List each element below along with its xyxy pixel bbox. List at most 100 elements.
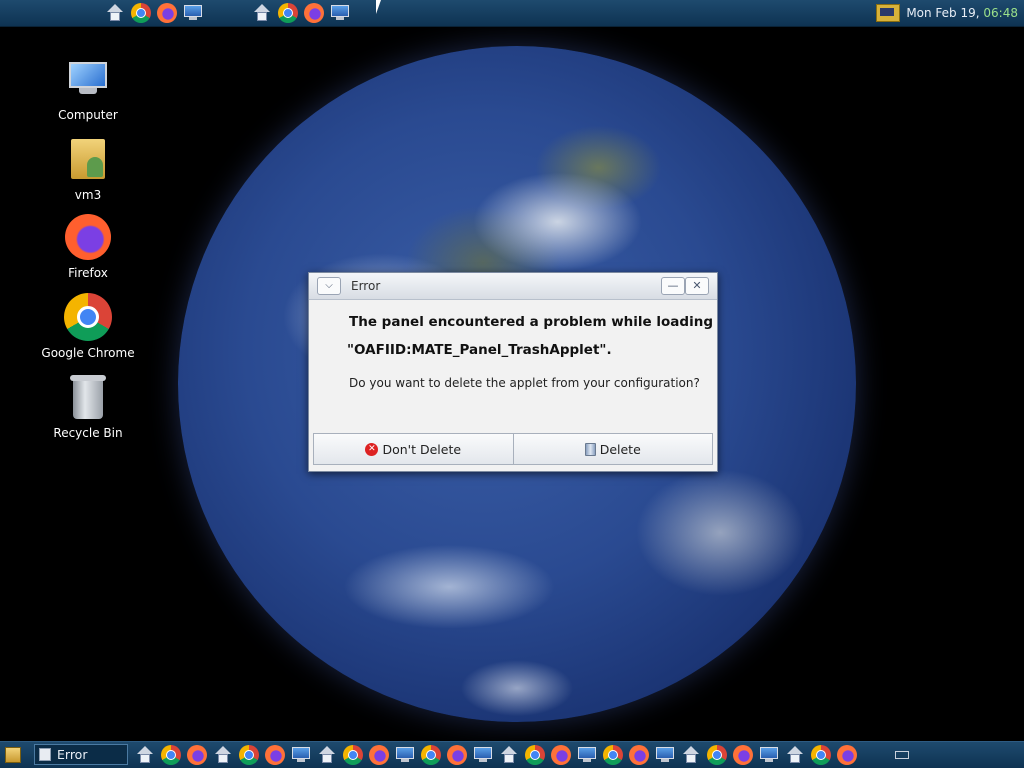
main-menu-button[interactable] bbox=[2, 745, 24, 765]
minimize-button[interactable]: — bbox=[661, 277, 685, 295]
window-icon bbox=[39, 748, 51, 761]
show-desktop-icon bbox=[895, 751, 909, 759]
monitor-icon bbox=[656, 747, 674, 763]
delete-button[interactable]: Delete bbox=[513, 433, 713, 465]
monitor-launcher[interactable] bbox=[758, 745, 780, 765]
home-launcher[interactable] bbox=[316, 745, 338, 765]
chrome-icon bbox=[239, 745, 259, 765]
monitor-icon bbox=[578, 747, 596, 763]
monitor-icon bbox=[184, 5, 202, 21]
taskbar-item-error[interactable]: Error bbox=[34, 744, 128, 765]
home-launcher[interactable] bbox=[680, 745, 702, 765]
home-icon bbox=[500, 746, 518, 764]
dialog-applet-name: "OAFIID:MATE_Panel_TrashApplet". bbox=[347, 342, 612, 358]
desktop-icon-label: vm3 bbox=[74, 188, 102, 202]
home-launcher[interactable] bbox=[784, 745, 806, 765]
dont-delete-label: Don't Delete bbox=[382, 441, 462, 457]
desktop-icon-label: Computer bbox=[58, 108, 118, 122]
chrome-icon bbox=[343, 745, 363, 765]
chrome-launcher[interactable] bbox=[706, 745, 728, 765]
monitor-icon bbox=[474, 747, 492, 763]
firefox-launcher[interactable] bbox=[550, 745, 572, 765]
monitor-launcher[interactable] bbox=[472, 745, 494, 765]
recycle-bin-icon bbox=[70, 375, 106, 419]
cancel-icon: ✕ bbox=[365, 442, 379, 456]
monitor-launcher[interactable] bbox=[576, 745, 598, 765]
monitor-launcher[interactable] bbox=[394, 745, 416, 765]
home-icon bbox=[106, 4, 124, 22]
top-panel: Mon Feb 19, 06:48 bbox=[0, 0, 1024, 27]
home-folder-icon bbox=[71, 139, 105, 179]
chrome-launcher[interactable] bbox=[810, 745, 832, 765]
chrome-launcher[interactable] bbox=[524, 745, 546, 765]
dialog-titlebar[interactable]: ⌵ Error — ✕ bbox=[309, 273, 717, 300]
desktop-icon-label: Recycle Bin bbox=[53, 426, 123, 440]
firefox-launcher[interactable] bbox=[186, 745, 208, 765]
desktop-icon-firefox[interactable]: Firefox bbox=[40, 212, 136, 280]
home-icon bbox=[786, 746, 804, 764]
monitor-launcher[interactable] bbox=[182, 2, 204, 24]
chrome-icon bbox=[525, 745, 545, 765]
firefox-launcher[interactable] bbox=[156, 2, 178, 24]
chrome-launcher[interactable] bbox=[130, 2, 152, 24]
delete-label: Delete bbox=[599, 441, 641, 457]
home-icon bbox=[136, 746, 154, 764]
firefox-launcher[interactable] bbox=[836, 745, 858, 765]
home-launcher[interactable] bbox=[251, 2, 273, 24]
firefox-launcher[interactable] bbox=[628, 745, 650, 765]
dialog-question: Do you want to delete the applet from yo… bbox=[349, 376, 700, 390]
menu-icon bbox=[5, 747, 21, 763]
firefox-launcher[interactable] bbox=[303, 2, 325, 24]
home-icon bbox=[682, 746, 700, 764]
close-button[interactable]: ✕ bbox=[685, 277, 709, 295]
home-icon bbox=[253, 4, 271, 22]
desktop-icon-chrome[interactable]: Google Chrome bbox=[40, 292, 136, 360]
firefox-icon bbox=[551, 745, 571, 765]
desktop-icon-vm3[interactable]: vm3 bbox=[40, 134, 136, 202]
monitor-launcher[interactable] bbox=[654, 745, 676, 765]
monitor-icon bbox=[292, 747, 310, 763]
firefox-icon bbox=[304, 3, 324, 23]
clock-time: 06:48 bbox=[983, 6, 1018, 20]
chrome-launcher[interactable] bbox=[342, 745, 364, 765]
firefox-icon bbox=[837, 745, 857, 765]
chrome-icon bbox=[421, 745, 441, 765]
show-desktop-button[interactable] bbox=[890, 745, 914, 765]
monitor-launcher[interactable] bbox=[290, 745, 312, 765]
firefox-icon bbox=[447, 745, 467, 765]
computer-icon bbox=[67, 62, 109, 96]
firefox-icon bbox=[265, 745, 285, 765]
firefox-launcher[interactable] bbox=[264, 745, 286, 765]
firefox-launcher[interactable] bbox=[368, 745, 390, 765]
home-launcher[interactable] bbox=[498, 745, 520, 765]
clock[interactable]: Mon Feb 19, 06:48 bbox=[876, 0, 1024, 26]
chrome-launcher[interactable] bbox=[602, 745, 624, 765]
firefox-launcher[interactable] bbox=[446, 745, 468, 765]
bottom-panel: Error bbox=[0, 741, 1024, 768]
chrome-launcher[interactable] bbox=[238, 745, 260, 765]
monitor-launcher[interactable] bbox=[329, 2, 351, 24]
clock-date: Mon Feb 19, bbox=[906, 6, 980, 20]
dialog-heading: The panel encountered a problem while lo… bbox=[349, 314, 713, 330]
home-launcher[interactable] bbox=[104, 2, 126, 24]
chrome-launcher[interactable] bbox=[160, 745, 182, 765]
chrome-launcher[interactable] bbox=[277, 2, 299, 24]
monitor-icon bbox=[760, 747, 778, 763]
firefox-icon bbox=[369, 745, 389, 765]
display-settings-icon[interactable] bbox=[876, 4, 901, 22]
taskbar-item-label: Error bbox=[57, 747, 88, 762]
firefox-icon bbox=[629, 745, 649, 765]
error-dialog: ⌵ Error — ✕ The panel encountered a prob… bbox=[308, 272, 718, 472]
chrome-icon bbox=[161, 745, 181, 765]
desktop-icon-recycle-bin[interactable]: Recycle Bin bbox=[40, 372, 136, 440]
firefox-launcher[interactable] bbox=[732, 745, 754, 765]
window-menu-button[interactable]: ⌵ bbox=[317, 277, 341, 295]
firefox-icon bbox=[187, 745, 207, 765]
chrome-icon bbox=[603, 745, 623, 765]
home-launcher[interactable] bbox=[212, 745, 234, 765]
monitor-icon bbox=[331, 5, 349, 21]
desktop-icon-computer[interactable]: Computer bbox=[40, 54, 136, 122]
home-launcher[interactable] bbox=[134, 745, 156, 765]
chrome-launcher[interactable] bbox=[420, 745, 442, 765]
dont-delete-button[interactable]: ✕ Don't Delete bbox=[313, 433, 514, 465]
